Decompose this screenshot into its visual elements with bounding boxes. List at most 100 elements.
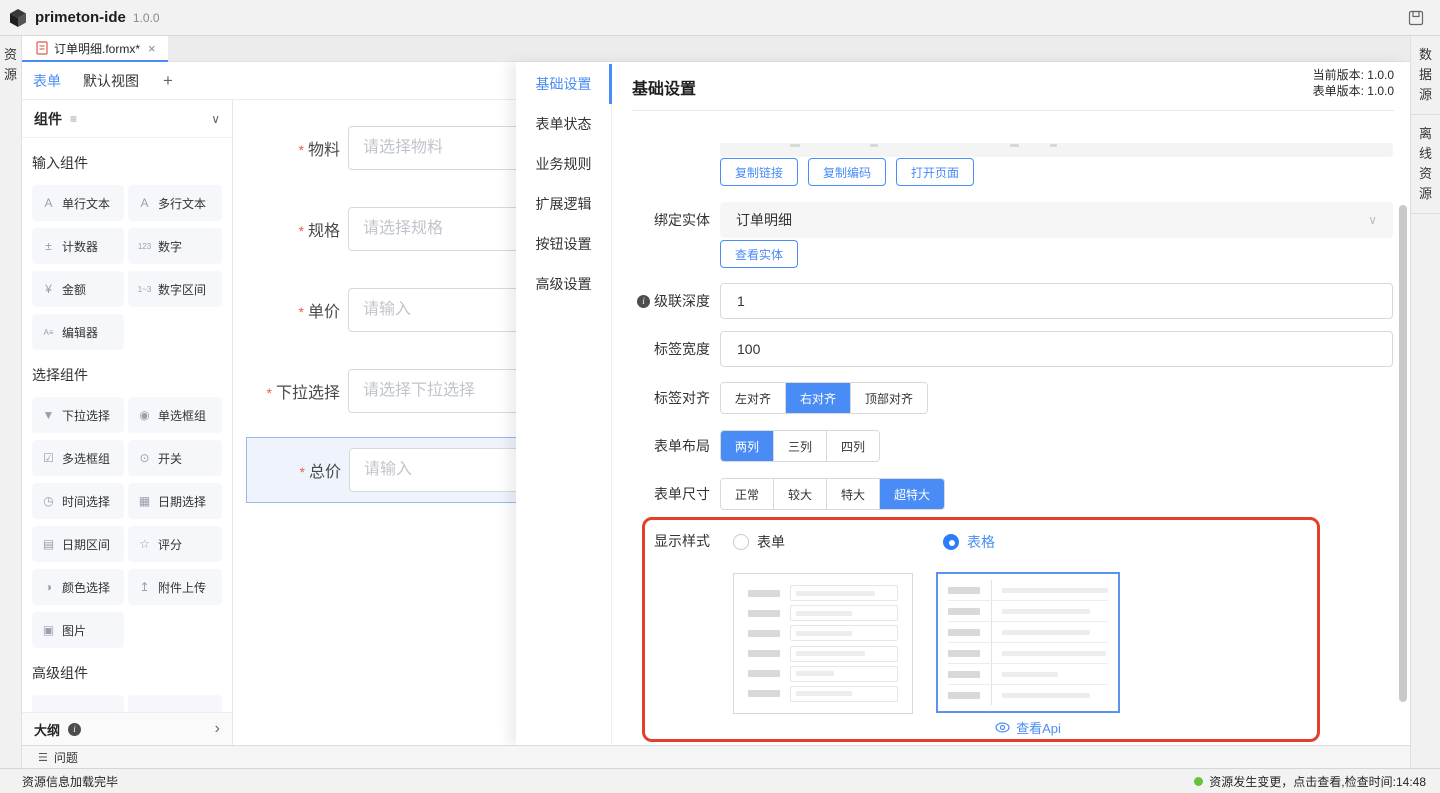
tab-title: 订单明细.formx* bbox=[54, 40, 140, 57]
cascade-depth-input[interactable] bbox=[720, 283, 1393, 319]
rail-item-offline-resources[interactable]: 离线资源 bbox=[1411, 115, 1440, 214]
required-asterisk: * bbox=[299, 304, 304, 320]
display-style-option-form[interactable]: 表单 bbox=[733, 532, 785, 552]
form-style-preview[interactable] bbox=[733, 573, 913, 714]
label-width-input[interactable] bbox=[720, 331, 1393, 367]
segment-option-左对齐[interactable]: 左对齐 bbox=[721, 383, 785, 413]
form-field-下拉选择[interactable]: *下拉选择 bbox=[246, 369, 516, 413]
add-view-button[interactable]: + bbox=[163, 71, 173, 91]
display-style-option-table[interactable]: 表格 bbox=[943, 532, 995, 552]
component-item-rating[interactable]: ☆评分 bbox=[128, 526, 222, 562]
component-item-select[interactable]: ▼下拉选择 bbox=[32, 397, 124, 433]
label-align-label: 标签对齐 bbox=[632, 388, 710, 408]
preview-label-bar bbox=[948, 629, 980, 636]
label-width-row: 标签宽度 bbox=[632, 331, 1393, 367]
tab-order-detail-formx[interactable]: 订单明细.formx* × bbox=[22, 36, 168, 62]
component-item-money[interactable]: ¥金额 bbox=[32, 271, 124, 307]
palette-menu-icon[interactable]: ≡ bbox=[70, 112, 77, 126]
number-range-icon: 1~3 bbox=[136, 285, 153, 294]
component-item-number-range[interactable]: 1~3数字区间 bbox=[128, 271, 222, 307]
link-button-复制编码[interactable]: 复制编码 bbox=[808, 158, 886, 186]
segment-option-超特大[interactable]: 超特大 bbox=[879, 479, 944, 509]
tab-form-view[interactable]: 表单 bbox=[33, 71, 61, 91]
component-item-time-picker[interactable]: ◷时间选择 bbox=[32, 483, 124, 519]
bind-entity-select[interactable]: 订单明细 ∨ bbox=[720, 202, 1393, 238]
rail-item-data-source[interactable]: 数据源 bbox=[1411, 36, 1440, 115]
component-item-image[interactable]: ▣图片 bbox=[32, 612, 124, 648]
form-canvas[interactable]: *物料 *规格 *单价 *下拉选择 *总价 bbox=[233, 100, 516, 745]
preview-table-row bbox=[948, 601, 1108, 622]
settings-nav-item-表单状态[interactable]: 表单状态 bbox=[516, 104, 611, 144]
segment-option-特大[interactable]: 特大 bbox=[826, 479, 879, 509]
outline-section[interactable]: 大纲 i › bbox=[22, 712, 232, 745]
field-input-物料[interactable] bbox=[348, 126, 516, 170]
segment-option-四列[interactable]: 四列 bbox=[826, 431, 879, 461]
settings-nav-item-高级设置[interactable]: 高级设置 bbox=[516, 264, 611, 304]
preview-table-row bbox=[948, 643, 1108, 664]
form-field-总价[interactable]: *总价 bbox=[247, 448, 516, 492]
link-button-row: 复制链接复制编码打开页面 bbox=[720, 158, 974, 186]
component-item-date-picker[interactable]: ▦日期选择 bbox=[128, 483, 222, 519]
palette-grid: A单行文本A多行文本±计数器123数字¥金额1~3数字区间A≡编辑器 bbox=[32, 185, 232, 350]
component-item-file-upload[interactable]: ↥附件上传 bbox=[128, 569, 222, 605]
component-item-single-line-text[interactable]: A单行文本 bbox=[32, 185, 124, 221]
segment-option-顶部对齐[interactable]: 顶部对齐 bbox=[850, 383, 927, 413]
component-item-color-picker[interactable]: ◑颜色选择 bbox=[32, 569, 124, 605]
file-upload-icon: ↥ bbox=[136, 580, 153, 594]
component-item-number[interactable]: 123数字 bbox=[128, 228, 222, 264]
outline-expand-icon[interactable]: › bbox=[215, 720, 220, 738]
component-item-switch[interactable]: ⊙开关 bbox=[128, 440, 222, 476]
table-style-preview[interactable] bbox=[936, 572, 1120, 713]
field-input-总价[interactable] bbox=[349, 448, 516, 492]
segment-option-右对齐[interactable]: 右对齐 bbox=[785, 383, 850, 413]
form-field-规格[interactable]: *规格 bbox=[246, 207, 516, 251]
settings-nav-item-基础设置[interactable]: 基础设置 bbox=[516, 64, 611, 104]
form-field-物料[interactable]: *物料 bbox=[246, 126, 516, 170]
link-button-打开页面[interactable]: 打开页面 bbox=[896, 158, 974, 186]
status-right[interactable]: 资源发生变更，点击查看,检查时间:14:48 bbox=[1194, 773, 1426, 790]
component-item-counter[interactable]: ±计数器 bbox=[32, 228, 124, 264]
component-label: 计数器 bbox=[62, 238, 98, 255]
view-entity-button[interactable]: 查看实体 bbox=[720, 240, 798, 268]
component-label: 多行文本 bbox=[158, 195, 206, 212]
selected-field-wrapper[interactable]: *总价 bbox=[246, 437, 516, 503]
preview-table-row bbox=[948, 622, 1108, 643]
bind-entity-value: 订单明细 bbox=[736, 210, 792, 230]
field-input-下拉选择[interactable] bbox=[348, 369, 516, 413]
component-item-multi-line-text[interactable]: A多行文本 bbox=[128, 185, 222, 221]
settings-nav-item-业务规则[interactable]: 业务规则 bbox=[516, 144, 611, 184]
editor-icon: A≡ bbox=[40, 328, 57, 337]
view-api-link[interactable]: 查看Api bbox=[936, 718, 1120, 737]
preview-label-bar bbox=[748, 610, 780, 617]
form-field-单价[interactable]: *单价 bbox=[246, 288, 516, 332]
palette-collapse-icon[interactable]: ∨ bbox=[211, 112, 220, 126]
component-label: 图片 bbox=[62, 622, 86, 639]
settings-nav-item-扩展逻辑[interactable]: 扩展逻辑 bbox=[516, 184, 611, 224]
component-item-checkbox-group[interactable]: ☑多选框组 bbox=[32, 440, 124, 476]
field-input-单价[interactable] bbox=[348, 288, 516, 332]
field-label: *总价 bbox=[247, 458, 341, 482]
settings-nav-item-按钮设置[interactable]: 按钮设置 bbox=[516, 224, 611, 264]
save-button[interactable] bbox=[1404, 6, 1428, 30]
settings-panel: 基础设置 当前版本: 1.0.0 表单版本: 1.0.0 复制链接复制编码打开页… bbox=[612, 62, 1410, 745]
preview-label-col bbox=[948, 601, 992, 621]
preview-value-line bbox=[1002, 672, 1058, 677]
tab-close-icon[interactable]: × bbox=[148, 42, 156, 55]
component-item-date-range[interactable]: ▤日期区间 bbox=[32, 526, 124, 562]
panel-scrollbar[interactable] bbox=[1399, 205, 1407, 702]
preview-input-box bbox=[790, 625, 898, 641]
field-input-规格[interactable] bbox=[348, 207, 516, 251]
problems-bar[interactable]: ☰ 问题 bbox=[22, 745, 1410, 768]
segment-option-两列[interactable]: 两列 bbox=[721, 431, 773, 461]
tab-default-view[interactable]: 默认视图 bbox=[83, 71, 139, 91]
link-button-复制链接[interactable]: 复制链接 bbox=[720, 158, 798, 186]
segment-option-正常[interactable]: 正常 bbox=[721, 479, 773, 509]
rail-item-resources[interactable]: 资源 bbox=[0, 36, 21, 94]
component-item-radio-group[interactable]: ◉单选框组 bbox=[128, 397, 222, 433]
status-right-text: 资源发生变更，点击查看,检查时间:14:48 bbox=[1209, 773, 1426, 790]
segment-option-三列[interactable]: 三列 bbox=[773, 431, 826, 461]
segment-option-较大[interactable]: 较大 bbox=[773, 479, 826, 509]
component-item-editor[interactable]: A≡编辑器 bbox=[32, 314, 124, 350]
preview-form-row bbox=[748, 666, 898, 682]
component-label: 单选框组 bbox=[158, 407, 206, 424]
